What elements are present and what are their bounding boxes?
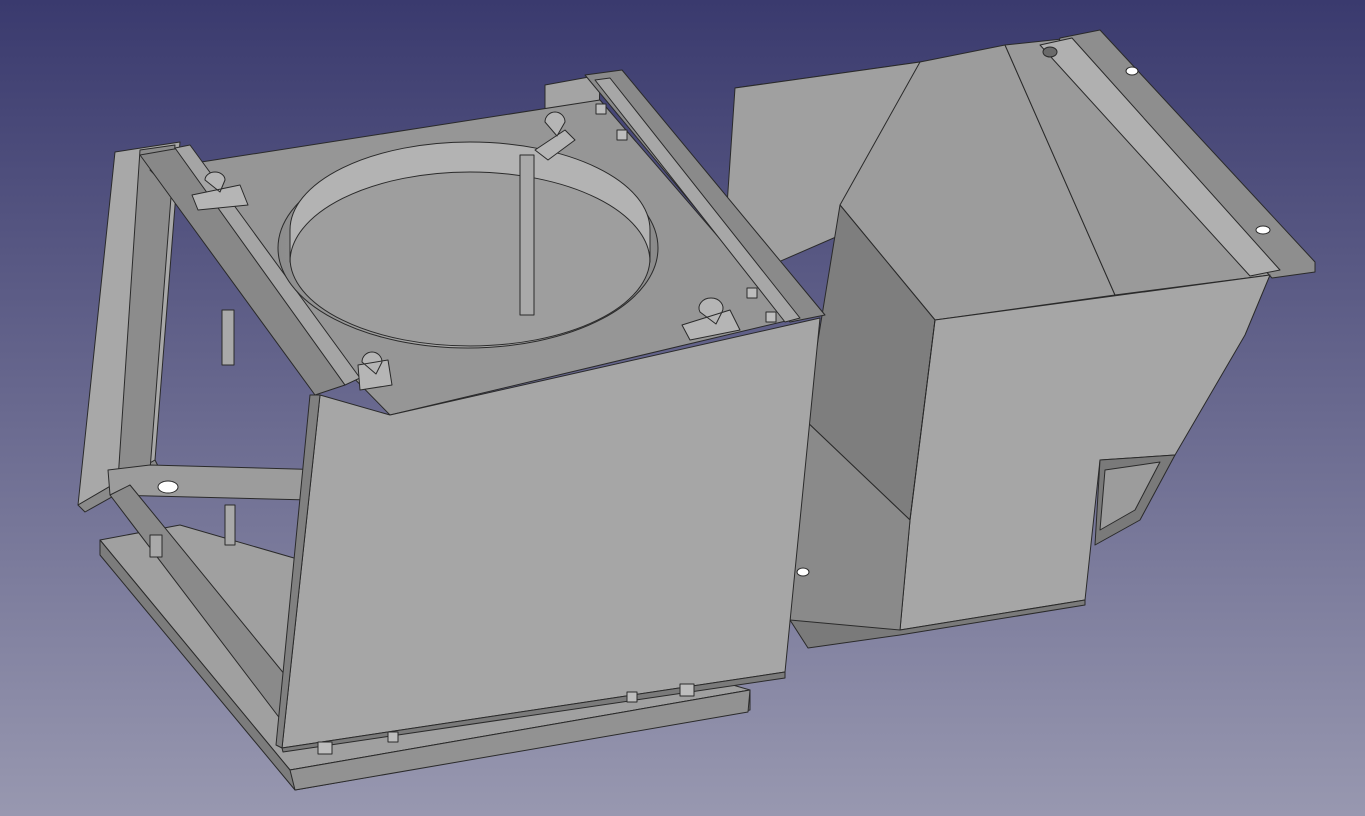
nut-4 [765, 311, 777, 323]
nut-3 [746, 287, 758, 299]
duct-hole-2 [1255, 225, 1271, 235]
3d-viewport[interactable] [0, 0, 1365, 816]
duct-hole-1 [1125, 66, 1139, 76]
bottom-left-rail [107, 464, 331, 501]
nut-2 [616, 129, 628, 141]
nut-1 [595, 103, 607, 115]
rod-1 [519, 154, 535, 316]
bolt-3 [626, 691, 638, 703]
rod-3 [224, 504, 236, 546]
bolt-4 [679, 683, 695, 697]
bolt-1 [317, 741, 333, 755]
rod-2 [221, 309, 235, 366]
duct-hole-4 [796, 567, 810, 577]
duct-hole-3 [1042, 46, 1058, 58]
3d-scene[interactable] [0, 0, 1365, 816]
rail-hole [157, 480, 179, 494]
rod-4 [149, 534, 163, 558]
bolt-2 [387, 731, 399, 743]
